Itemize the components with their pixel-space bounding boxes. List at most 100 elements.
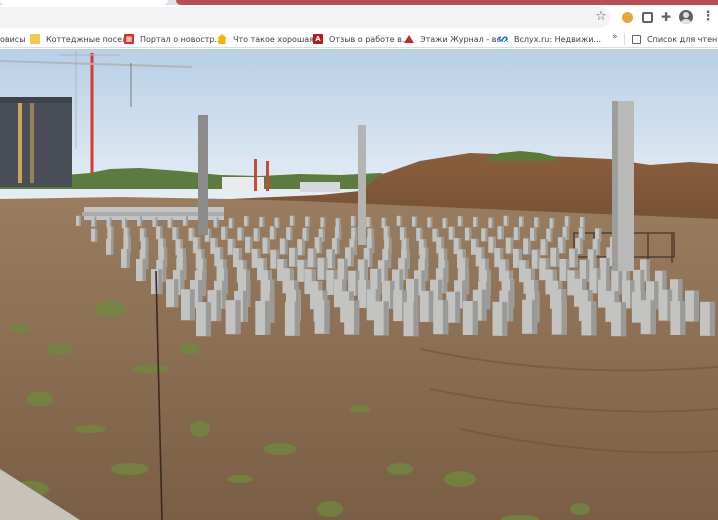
pile-shadow bbox=[306, 227, 309, 241]
pile-shadow bbox=[580, 238, 583, 254]
pile-shadow bbox=[369, 217, 372, 227]
pile-shadow bbox=[95, 228, 98, 242]
distant-building-2 bbox=[300, 182, 340, 192]
pile-shadow bbox=[338, 226, 342, 240]
bookmark-item[interactable]: A Отзыв о работе в... bbox=[313, 33, 410, 45]
grass-tuft bbox=[317, 501, 343, 517]
pile-shadow bbox=[420, 227, 423, 241]
pile-shadow bbox=[267, 237, 270, 254]
pile-shadow bbox=[354, 300, 360, 335]
browser-toolbar: ☆ ✚ ⋮ bbox=[0, 5, 718, 30]
profile-avatar-icon[interactable] bbox=[679, 10, 693, 24]
pile-shadow bbox=[241, 227, 244, 241]
pile-shadow bbox=[501, 226, 504, 240]
pile-shadow bbox=[485, 228, 488, 242]
pile-shadow bbox=[170, 217, 173, 228]
pile-shadow bbox=[284, 238, 288, 255]
pile-shadow bbox=[443, 268, 448, 294]
pile-shadow bbox=[354, 238, 357, 255]
pile-shadow bbox=[324, 299, 330, 334]
pile-shadow bbox=[323, 217, 326, 228]
pile-shadow bbox=[216, 290, 222, 322]
house-icon bbox=[217, 34, 227, 44]
pile-shadow bbox=[243, 290, 248, 322]
puzzle-extension-icon[interactable]: ✚ bbox=[659, 10, 673, 24]
pile-shadow bbox=[502, 301, 508, 336]
address-bar[interactable] bbox=[0, 7, 610, 28]
pile-shadow bbox=[508, 290, 514, 322]
bookmarks-bar: овисы Коттеджные посел... ▦ Портал о нов… bbox=[0, 30, 718, 48]
pile-shadow bbox=[552, 218, 555, 229]
pile-shadow bbox=[158, 269, 163, 295]
pile-shadow bbox=[322, 228, 325, 242]
pile-shadow bbox=[606, 257, 610, 280]
pile-shadow bbox=[364, 259, 368, 282]
grass-tuft bbox=[131, 365, 169, 373]
pile-shadow bbox=[442, 300, 449, 335]
pile-shadow bbox=[472, 301, 478, 335]
bookmark-label: Портал о новостр... bbox=[140, 34, 223, 44]
pile-shadow bbox=[430, 217, 433, 228]
pile-shadow bbox=[202, 270, 206, 296]
pile-shadow bbox=[160, 226, 163, 240]
pile-shadow bbox=[680, 301, 686, 335]
bookmark-item[interactable]: овисы bbox=[0, 33, 26, 45]
menu-dots-icon[interactable]: ⋮ bbox=[701, 10, 715, 24]
bookmark-item[interactable]: ▦ Портал о новостр... bbox=[124, 33, 222, 45]
bookmark-item[interactable]: Этажи Журнал - вс... bbox=[403, 33, 509, 45]
grass-tuft bbox=[444, 471, 476, 487]
distant-tower bbox=[254, 159, 257, 191]
pile-shadow bbox=[582, 227, 585, 241]
pile-shadow bbox=[313, 248, 317, 268]
pile-shadow bbox=[574, 248, 578, 268]
pile-shadow bbox=[176, 227, 179, 241]
pile-shadow bbox=[586, 259, 590, 282]
reading-list-button[interactable]: Список для чтения bbox=[632, 33, 718, 45]
pile-shadow bbox=[140, 216, 143, 227]
grass-tuft bbox=[387, 463, 413, 475]
pile-shadow bbox=[142, 259, 146, 281]
bookmark-item[interactable]: ᔕ Вслух.ru: Недвижи... bbox=[498, 33, 601, 45]
box-extension-icon[interactable] bbox=[640, 10, 654, 24]
pile-shadow bbox=[404, 227, 407, 241]
pile-shadow bbox=[597, 238, 601, 255]
pile-shadow bbox=[273, 226, 277, 240]
star-icon[interactable]: ☆ bbox=[594, 10, 608, 24]
bookmark-item[interactable]: Коттеджные посел... bbox=[30, 33, 135, 45]
pile-shadow bbox=[387, 226, 390, 240]
pile-shadow bbox=[452, 226, 455, 240]
pile-shadow bbox=[332, 249, 336, 269]
pile-shadow bbox=[534, 227, 537, 241]
pile-shadow bbox=[205, 302, 212, 337]
cookie-extension-icon[interactable] bbox=[620, 10, 634, 24]
grass-tuft bbox=[47, 343, 73, 355]
letter-a-icon: A bbox=[313, 34, 323, 44]
pile-shadow bbox=[319, 237, 322, 254]
pile-shadow bbox=[354, 216, 356, 227]
pile-shadow bbox=[413, 302, 419, 337]
pile-shadow bbox=[400, 215, 402, 226]
pile-shadow bbox=[517, 227, 520, 241]
grass-tuft bbox=[227, 475, 253, 483]
bookmark-item[interactable]: Что такое хорошая... bbox=[217, 33, 322, 45]
pile-shadow bbox=[383, 301, 389, 336]
pile-shadow bbox=[388, 248, 392, 268]
pile-shadow bbox=[510, 237, 514, 254]
bookmark-label: овисы bbox=[0, 34, 26, 44]
bookmark-label: Вслух.ru: Недвижи... bbox=[514, 34, 602, 44]
pile-shadow bbox=[528, 238, 531, 255]
grass-tuft bbox=[111, 463, 149, 475]
reading-list-label: Список для чтения bbox=[647, 34, 718, 44]
pile-shadow bbox=[481, 289, 487, 321]
pile-shadow bbox=[79, 215, 82, 226]
pile-shadow bbox=[491, 217, 494, 228]
pile-shadow bbox=[225, 226, 228, 240]
grass-tuft bbox=[94, 301, 126, 317]
grass-tuft bbox=[27, 391, 53, 407]
reading-list-icon bbox=[632, 34, 641, 44]
pile-shadow bbox=[110, 238, 114, 255]
bookmarks-overflow-button[interactable]: » bbox=[612, 32, 618, 42]
bookmark-label: Отзыв о работе в... bbox=[329, 34, 410, 44]
pile-shadow bbox=[620, 302, 627, 337]
pile-shadow bbox=[561, 300, 567, 335]
